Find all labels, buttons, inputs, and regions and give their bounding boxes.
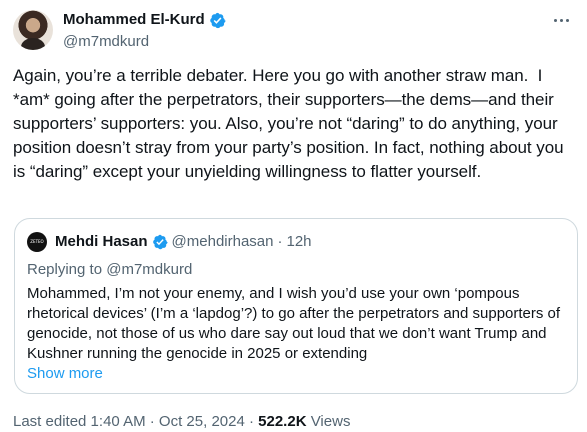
views-count: 522.2K: [258, 413, 307, 430]
more-options-button[interactable]: [549, 10, 573, 30]
more-dots-icon: [553, 18, 557, 22]
author-block: Mohammed El-Kurd @m7mdkurd: [63, 10, 226, 52]
quote-time: 12h: [286, 233, 312, 250]
quote-display-name: Mehdi Hasan: [55, 233, 148, 250]
show-more-link[interactable]: Show more: [27, 364, 103, 384]
name-row: Mohammed El-Kurd: [63, 10, 226, 30]
tweet-text: Again, you’re a terrible debater. Here y…: [13, 66, 569, 181]
edited-timestamp[interactable]: Last edited 1:40 AM · Oct 25, 2024 ·: [13, 413, 258, 430]
author-handle[interactable]: @m7mdkurd: [63, 32, 226, 52]
quote-handle: @mehdirhasan: [171, 233, 274, 250]
quote-separator: ·: [277, 233, 283, 250]
quote-replying-to: Replying to @m7mdkurd: [27, 261, 193, 278]
author-display-name[interactable]: Mohammed El-Kurd: [63, 10, 205, 30]
quote-avatar: ZETEO: [27, 232, 47, 252]
quote-text: Mohammed, I’m not your enemy, and I wish…: [27, 285, 565, 362]
tweet-header: Mohammed El-Kurd @m7mdkurd: [13, 8, 573, 52]
avatar[interactable]: [13, 10, 53, 50]
views-label: Views: [306, 413, 351, 430]
quoted-tweet[interactable]: ZETEO Mehdi Hasan @mehdirhasan · 12h Rep…: [14, 218, 578, 394]
quote-header: ZETEO Mehdi Hasan @mehdirhasan · 12h: [27, 232, 312, 252]
replying-handle-link[interactable]: @m7mdkurd: [106, 261, 192, 278]
tweet-meta: Last edited 1:40 AM · Oct 25, 2024 · 522…: [13, 412, 350, 432]
verified-badge-icon: [209, 12, 226, 28]
verified-badge-icon: [152, 234, 168, 250]
